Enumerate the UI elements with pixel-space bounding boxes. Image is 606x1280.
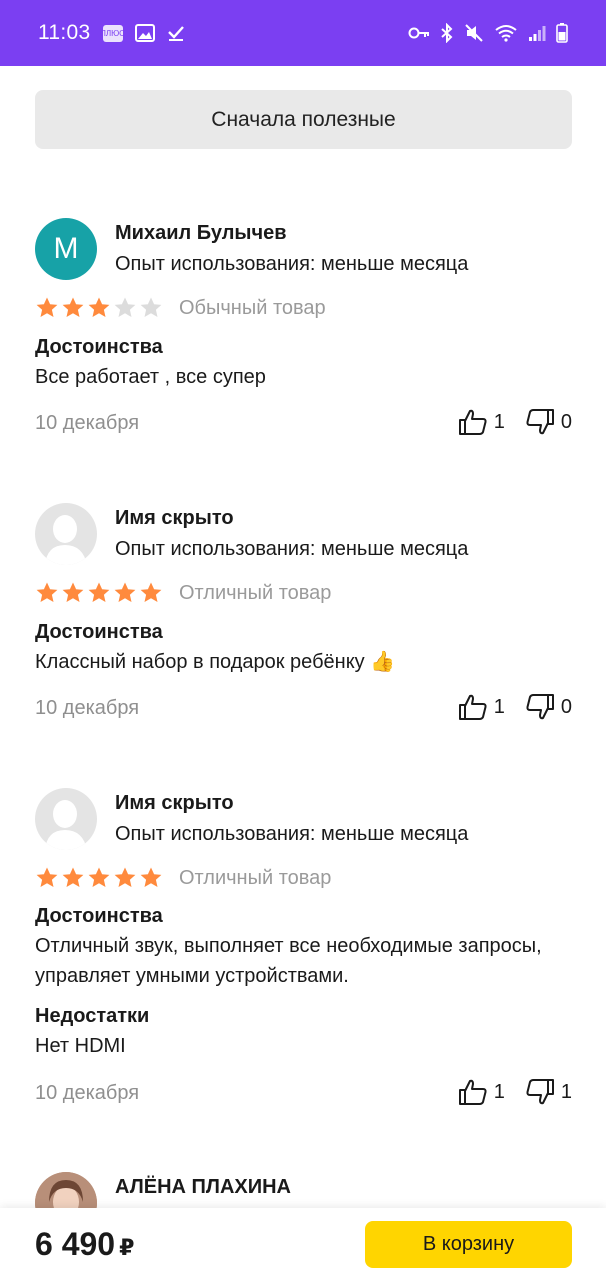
thumb-up-icon [458,409,487,435]
avatar[interactable] [35,788,97,850]
star-icon [88,297,110,317]
review-card: Имя скрыто Опыт использования: меньше ме… [35,788,572,1108]
dislike-count: 1 [560,1080,572,1103]
dislike-count: 0 [560,410,572,433]
star-rating [35,581,163,605]
price-value: 6 490 [35,1226,116,1262]
review-date: 10 декабря [35,697,140,719]
usage-experience: Опыт использования: меньше месяца [115,253,469,275]
reviews-list[interactable]: Сначала полезные М Михаил Булычев Опыт и… [0,66,606,1208]
vote-controls: 1 0 [458,408,572,436]
review-author[interactable]: Имя скрыто [115,792,234,815]
pros-text: Классный набор в подарок ребёнку 👍 [35,651,396,673]
like-count: 1 [493,410,505,433]
thumb-down-icon [526,409,554,435]
star-icon [88,582,110,602]
thumb-up-icon [458,694,487,720]
review-author[interactable]: Имя скрыто [115,507,234,530]
star-icon [62,297,84,317]
star-icon [36,582,58,602]
rating-verdict: Отличный товар [179,581,332,604]
gallery-icon [134,24,155,42]
pros-text: Отличный звук, выполняет все необходимые… [35,935,542,987]
mute-icon [465,24,483,42]
dislike-button[interactable]: 1 [525,1078,572,1106]
pros-title: Достоинства [35,336,163,358]
pros-text: Все работает , все супер [35,366,266,388]
user-photo-icon [35,1172,97,1208]
usage-experience: Опыт использования: меньше месяца [115,823,469,845]
like-button[interactable]: 1 [458,1078,505,1106]
avatar-letter: М [53,232,79,265]
avatar[interactable]: М [35,218,97,280]
like-count: 1 [493,1080,505,1103]
battery-icon [556,23,568,43]
avatar[interactable] [35,503,97,565]
anonymous-avatar-icon [45,515,87,565]
dislike-button[interactable]: 0 [525,693,572,721]
product-price: 6 490 ₽ [35,1226,134,1263]
rating-row: Отличный товар [35,866,331,890]
review-date: 10 декабря [35,412,140,434]
like-button[interactable]: 1 [458,693,505,721]
thumb-down-icon [526,694,554,720]
avatar[interactable] [35,1172,97,1208]
price-currency: ₽ [119,1235,135,1260]
key-icon [408,27,429,39]
bluetooth-icon [441,23,453,43]
app-notification-icon: ПЛЮС [100,24,125,42]
star-icon [140,867,162,887]
star-rating [35,866,163,890]
star-rating [35,296,163,320]
star-icon [62,582,84,602]
like-count: 1 [493,695,505,718]
rating-verdict: Отличный товар [179,866,332,889]
like-button[interactable]: 1 [458,408,505,436]
star-icon [140,582,162,602]
review-author[interactable]: Михаил Булычев [115,222,287,245]
dislike-button[interactable]: 0 [525,408,572,436]
status-bar: 11:03 ПЛЮС [0,0,606,66]
review-author[interactable]: АЛЁНА ПЛАХИНА [115,1176,291,1199]
rating-row: Обычный товар [35,296,326,320]
star-icon [140,297,162,317]
signal-icon [529,26,546,41]
vote-controls: 1 0 [458,693,572,721]
cons-title: Недостатки [35,1005,150,1027]
thumb-down-icon [526,1079,554,1105]
wifi-icon [495,25,517,42]
purchase-bar: 6 490 ₽ В корзину [0,1208,606,1280]
star-icon [62,867,84,887]
review-card: М Михаил Булычев Опыт использования: мен… [35,218,572,438]
rating-verdict: Обычный товар [179,296,326,319]
star-icon [88,867,110,887]
star-icon [114,867,136,887]
download-done-icon [167,26,184,41]
cons-text: Нет HDMI [35,1035,126,1057]
add-to-cart-button[interactable]: В корзину [365,1221,572,1268]
star-icon [36,297,58,317]
usage-experience: Опыт использования: меньше месяца [115,538,469,560]
pros-title: Достоинства [35,905,163,927]
anonymous-avatar-icon [45,800,87,850]
star-icon [36,867,58,887]
vote-controls: 1 1 [458,1078,572,1106]
sort-button[interactable]: Сначала полезные [35,90,572,149]
star-icon [114,582,136,602]
status-time: 11:03 [38,21,91,44]
rating-row: Отличный товар [35,581,331,605]
review-date: 10 декабря [35,1082,140,1104]
thumb-up-icon [458,1079,487,1105]
star-icon [114,297,136,317]
pros-title: Достоинства [35,621,163,643]
review-card: АЛЁНА ПЛАХИНА [35,1172,572,1208]
dislike-count: 0 [560,695,572,718]
review-card: Имя скрыто Опыт использования: меньше ме… [35,503,572,723]
